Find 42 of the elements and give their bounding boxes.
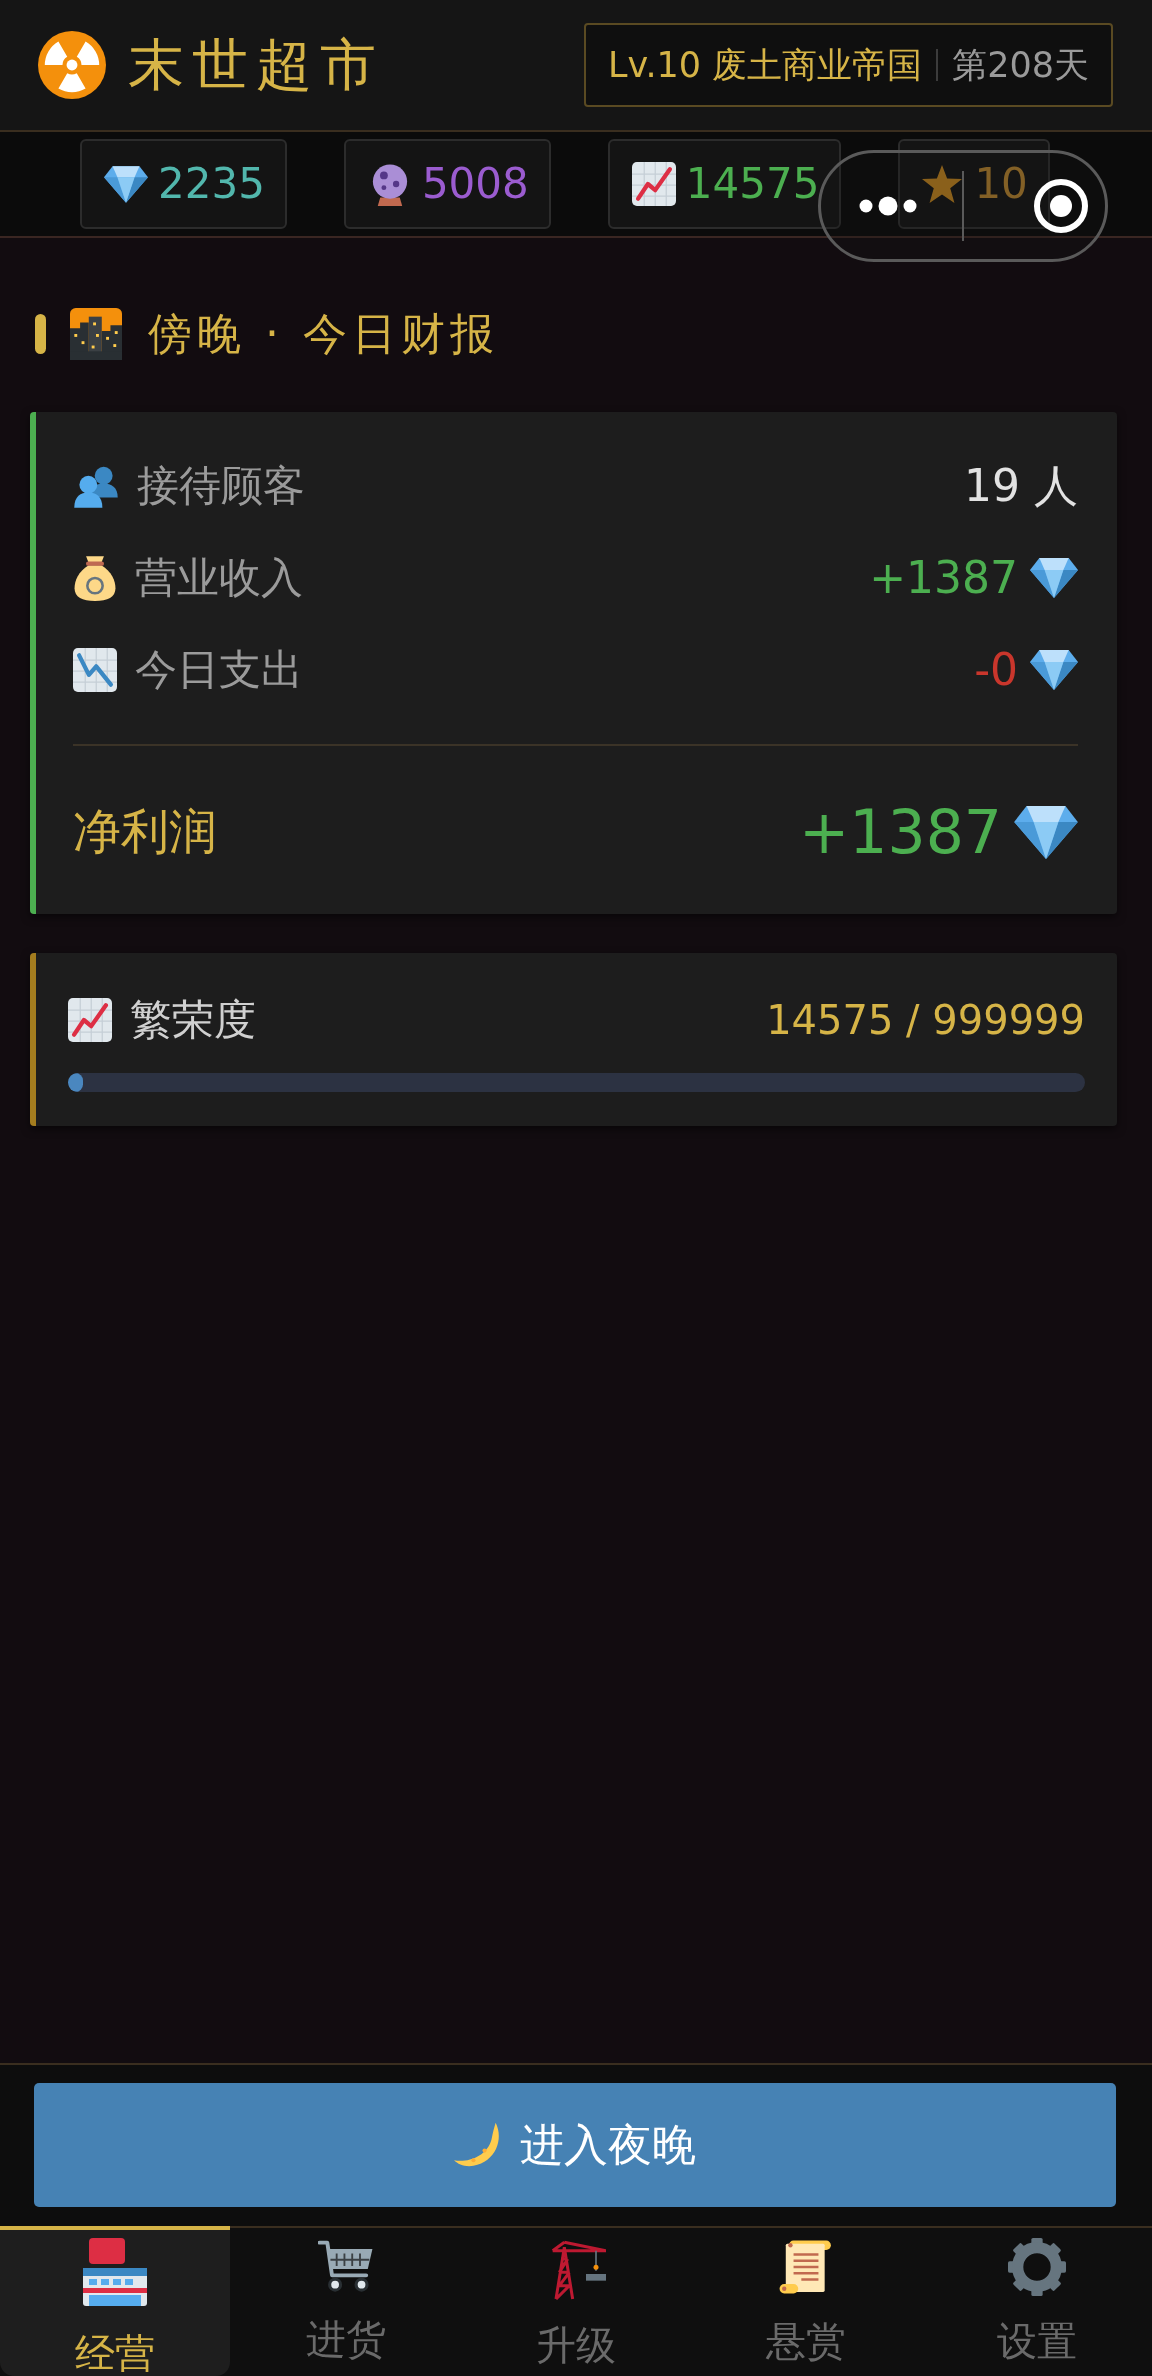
stat-value: 19 人 [964,459,1078,513]
nav-tab[interactable]: 设置 [921,2226,1152,2376]
section-title: 傍晚 · 今日财报 [148,307,499,361]
prosperity-label: 繁荣度 [130,994,256,1046]
nav-tab[interactable]: 升级 [460,2226,692,2376]
net-profit-value: +1387 [799,796,1002,868]
app-title: 末世超市 [128,34,384,96]
level-title: Lv.10 废土商业帝国 [607,44,923,86]
star-icon [922,165,963,203]
net-profit-label: 净利润 [73,803,217,861]
enter-night-button[interactable]: 进入夜晚 [34,2083,1116,2207]
nav-tab[interactable]: 进货 [230,2226,461,2376]
stat-label: 今日支出 [135,644,303,696]
resource-count: 2235 [158,158,265,210]
stat-value: -0 [974,643,1018,697]
stat-value: +1387 [869,551,1018,605]
diamond-icon [104,165,148,203]
people-icon [73,464,119,508]
diamond-icon [1030,650,1078,690]
marker-icon [35,314,46,354]
chart-up-icon [631,162,676,206]
stat-label: 营业收入 [135,552,303,604]
city-skyline-icon [70,308,122,360]
nav-tab[interactable]: 经营 [0,2226,231,2376]
radiation-icon [38,31,106,99]
diamond-icon [1014,805,1078,859]
settings-icon [1007,2238,1066,2296]
chart-up-icon [68,998,112,1042]
stat-label: 接待顾客 [137,460,305,512]
store-icon [81,2238,150,2308]
day-counter: 第208天 [952,44,1089,86]
money-bag-icon [73,555,117,601]
resource-count: 10 [974,158,1028,210]
more-icon[interactable] [859,195,917,217]
resource-count: 14575 [685,158,820,210]
prosperity-reading: 14575 / 999999 [766,996,1085,1044]
chart-down-icon [73,648,117,692]
shopping-cart-icon [317,2238,374,2294]
diamond-icon [1030,558,1078,598]
resource-count: 5008 [421,158,529,210]
target-icon[interactable] [1033,178,1089,234]
nav-tab[interactable]: 悬赏 [691,2226,922,2376]
